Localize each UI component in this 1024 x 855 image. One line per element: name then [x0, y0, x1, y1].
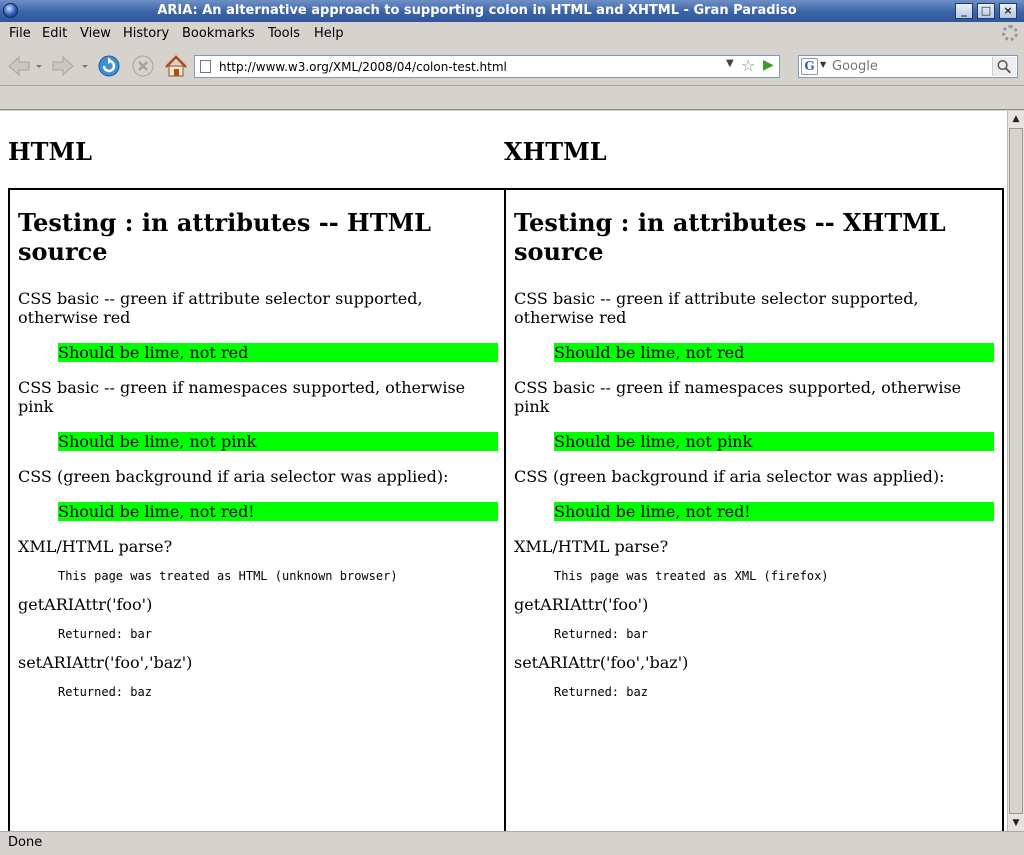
url-input[interactable] [219, 57, 719, 76]
css-aria-description: CSS (green background if aria selector w… [514, 467, 945, 486]
css-attr-description: CSS basic -- green if attribute selector… [514, 289, 919, 327]
menu-bookmarks[interactable]: Bookmarks [182, 26, 255, 41]
html-test-frame: Testing : in attributes -- HTML source C… [8, 188, 506, 831]
menu-help[interactable]: Help [314, 26, 344, 41]
engine-dropdown-icon[interactable]: ▼ [820, 60, 826, 69]
get-attr-description: getARIAttr('foo') [18, 595, 153, 614]
menu-bar: File Edit View History Bookmarks Tools H… [0, 22, 1024, 46]
xhtml-column-label: XHTML [504, 137, 607, 166]
css-attr-result: Should be lime, not red [554, 343, 994, 362]
panel-heading: Testing : in attributes -- XHTML source [514, 208, 946, 266]
navigation-toolbar: ▼ ☆ ▶ G ▼ [0, 46, 1024, 86]
forward-arrow-icon[interactable] [50, 53, 76, 79]
minimize-button[interactable]: _ [955, 3, 973, 19]
html-column-label: HTML [8, 137, 92, 166]
go-arrow-icon[interactable]: ▶ [763, 57, 774, 73]
vertical-scrollbar[interactable]: ▲ ▼ [1007, 111, 1024, 831]
bookmark-star-icon[interactable]: ☆ [741, 56, 755, 75]
bookmarks-toolbar [0, 87, 1024, 110]
url-history-dropdown-icon[interactable]: ▼ [726, 58, 734, 69]
page-content: HTML XHTML Testing : in attributes -- HT… [0, 111, 1007, 831]
activity-throbber-icon [1002, 25, 1018, 41]
css-ns-description: CSS basic -- green if namespaces support… [18, 378, 466, 416]
google-engine-icon[interactable]: G [801, 58, 818, 75]
panel-heading: Testing : in attributes -- HTML source [18, 208, 432, 266]
maximize-button[interactable]: □ [977, 3, 995, 19]
scrollbar-thumb[interactable] [1009, 128, 1023, 814]
css-attr-result: Should be lime, not red [58, 343, 498, 362]
status-text: Done [8, 835, 43, 850]
get-attr-result: Returned: bar [554, 627, 648, 641]
css-attr-description: CSS basic -- green if attribute selector… [18, 289, 423, 327]
search-bar[interactable]: G ▼ [798, 55, 1018, 78]
back-history-dropdown-icon[interactable] [34, 53, 44, 79]
parse-result: This page was treated as HTML (unknown b… [58, 569, 398, 583]
forward-history-dropdown-icon[interactable] [80, 53, 90, 79]
window-titlebar[interactable]: ARIA: An alternative approach to support… [0, 0, 1024, 22]
magnifier-icon[interactable] [992, 57, 1016, 76]
parse-description: XML/HTML parse? [514, 537, 669, 556]
menu-tools[interactable]: Tools [268, 26, 300, 41]
stop-icon[interactable] [130, 53, 156, 79]
menu-file[interactable]: File [9, 26, 31, 41]
css-aria-result: Should be lime, not red! [58, 502, 498, 521]
get-attr-result: Returned: bar [58, 627, 152, 641]
menu-history[interactable]: History [123, 26, 169, 41]
scroll-up-icon[interactable]: ▲ [1008, 111, 1024, 127]
page-icon [200, 60, 211, 73]
css-ns-result: Should be lime, not pink [554, 432, 994, 451]
window-title: ARIA: An alternative approach to support… [157, 3, 797, 18]
scroll-down-icon[interactable]: ▼ [1008, 815, 1024, 831]
css-aria-result: Should be lime, not red! [554, 502, 994, 521]
status-bar: Done [0, 831, 1024, 855]
css-aria-description: CSS (green background if aria selector w… [18, 467, 449, 486]
get-attr-description: getARIAttr('foo') [514, 595, 649, 614]
parse-result: This page was treated as XML (firefox) [554, 569, 829, 583]
location-bar[interactable]: ▼ ☆ ▶ [194, 55, 780, 78]
xhtml-test-frame: Testing : in attributes -- XHTML source … [504, 188, 1004, 831]
css-ns-result: Should be lime, not pink [58, 432, 498, 451]
reload-icon[interactable] [96, 53, 122, 79]
set-attr-description: setARIAttr('foo','baz') [18, 653, 193, 672]
css-ns-description: CSS basic -- green if namespaces support… [514, 378, 962, 416]
set-attr-result: Returned: baz [554, 685, 648, 699]
search-input[interactable] [832, 57, 987, 76]
close-button[interactable]: × [999, 3, 1017, 19]
set-attr-description: setARIAttr('foo','baz') [514, 653, 689, 672]
parse-description: XML/HTML parse? [18, 537, 173, 556]
menu-edit[interactable]: Edit [42, 26, 67, 41]
menu-view[interactable]: View [80, 26, 111, 41]
home-icon[interactable] [163, 53, 189, 79]
set-attr-result: Returned: baz [58, 685, 152, 699]
back-arrow-icon[interactable] [6, 53, 32, 79]
